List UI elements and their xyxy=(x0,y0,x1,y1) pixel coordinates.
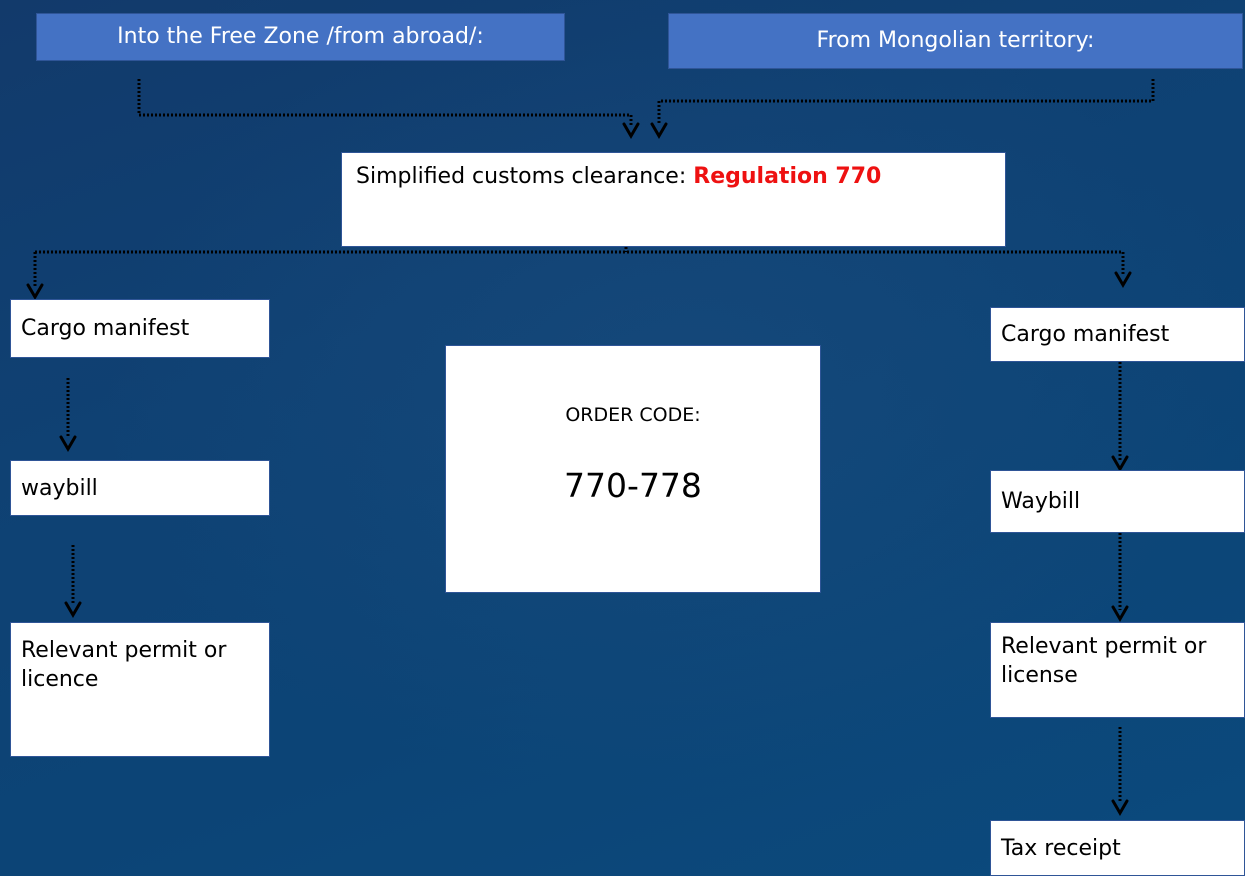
arrow-head-right-header xyxy=(650,122,668,139)
header-into-free-zone: Into the Free Zone /from abroad/: xyxy=(36,13,565,61)
left-step-waybill: waybill xyxy=(10,460,270,516)
order-code-box: ORDER CODE: 770-778 xyxy=(445,345,821,593)
connector-right-header xyxy=(657,79,1155,125)
arrow-head-left-2 xyxy=(59,435,77,452)
order-code-value: 770-778 xyxy=(564,466,702,505)
connector-left-header xyxy=(137,79,633,125)
left-step-permit: Relevant permit or licence xyxy=(10,622,270,757)
right-step-permit: Relevant permit or license xyxy=(990,622,1245,718)
arrow-head-right-col xyxy=(1114,271,1132,288)
regulation-label: Regulation 770 xyxy=(693,164,882,189)
right-step-waybill: Waybill xyxy=(990,470,1245,533)
header-from-mongolian-territory: From Mongolian territory: xyxy=(668,13,1243,69)
arrow-head-right-4 xyxy=(1111,799,1129,816)
simplified-clearance-label: Simplified customs clearance: xyxy=(356,164,694,189)
arrow-head-left-header xyxy=(622,122,640,139)
right-step-cargo-manifest: Cargo manifest xyxy=(990,307,1245,362)
arrow-head-left-col xyxy=(26,283,44,300)
arrow-head-right-3 xyxy=(1111,605,1129,622)
order-code-label: ORDER CODE: xyxy=(565,404,701,426)
arrow-head-left-3 xyxy=(64,601,82,618)
left-step-cargo-manifest: Cargo manifest xyxy=(10,299,270,358)
simplified-clearance-box: Simplified customs clearance: Regulation… xyxy=(341,152,1006,247)
right-step-tax-receipt: Tax receipt xyxy=(990,820,1245,876)
